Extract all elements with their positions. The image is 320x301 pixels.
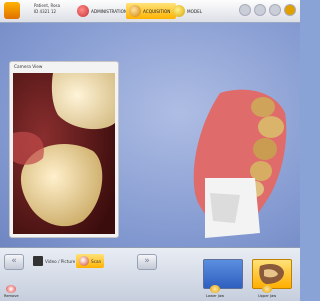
- gear-icon[interactable]: [284, 4, 296, 16]
- undo-icon[interactable]: [239, 4, 251, 16]
- mode-scan[interactable]: Scan: [76, 254, 105, 268]
- model-icon: [173, 5, 185, 17]
- 3d-jaw-model[interactable]: [185, 83, 295, 238]
- phase-model[interactable]: MODEL: [170, 3, 205, 19]
- phase-model-label: MODEL: [187, 8, 203, 14]
- top-bar: Patient, Rosa ID 4321 12 ADMINISTRATION …: [0, 0, 300, 23]
- phase-acquisition[interactable]: ACQUISITION: [126, 3, 176, 19]
- camera-image: [13, 73, 115, 234]
- next-button[interactable]: »: [137, 254, 157, 270]
- upper-jaw-label: Upper Jaw: [258, 294, 277, 298]
- patient-id: ID 4321 12: [34, 9, 57, 14]
- phase-administration[interactable]: ADMINISTRATION: [74, 3, 130, 19]
- redo-icon[interactable]: [254, 4, 266, 16]
- lower-jaw-icon: [210, 285, 221, 293]
- remove-label: Remove: [4, 294, 19, 298]
- phase-administration-label: ADMINISTRATION: [91, 8, 128, 14]
- mode-video-picture[interactable]: Video / Picture: [30, 254, 78, 268]
- bottom-toolbar: « Video / Picture Scan » Remove Lower Ja…: [0, 247, 300, 301]
- previous-button[interactable]: «: [4, 254, 24, 270]
- remove-icon: [6, 285, 17, 293]
- clapperboard-icon: [33, 256, 43, 266]
- acquisition-icon: [129, 5, 141, 17]
- mode-video-picture-label: Video / Picture: [45, 258, 76, 264]
- administration-icon: [77, 5, 89, 17]
- upper-jaw-tool[interactable]: Upper Jaw: [258, 285, 276, 298]
- top-toolbar: [239, 4, 296, 16]
- scan-icon: [79, 256, 89, 266]
- mode-scan-label: Scan: [91, 258, 102, 264]
- remove-tool[interactable]: Remove: [4, 285, 19, 298]
- phase-acquisition-label: ACQUISITION: [143, 8, 171, 14]
- upper-jaw-preview: [259, 264, 284, 284]
- patient-info: Patient, Rosa ID 4321 12: [34, 3, 60, 15]
- upper-jaw-icon: [262, 285, 273, 293]
- lower-jaw-label: Lower Jaw: [206, 294, 225, 298]
- lower-jaw-tool[interactable]: Lower Jaw: [206, 285, 224, 298]
- help-icon[interactable]: [269, 4, 281, 16]
- camera-view-title: Camera View: [14, 65, 43, 70]
- scan-workspace[interactable]: Camera View: [0, 23, 300, 247]
- app-logo: [4, 2, 20, 19]
- camera-view-window: Camera View: [9, 61, 119, 238]
